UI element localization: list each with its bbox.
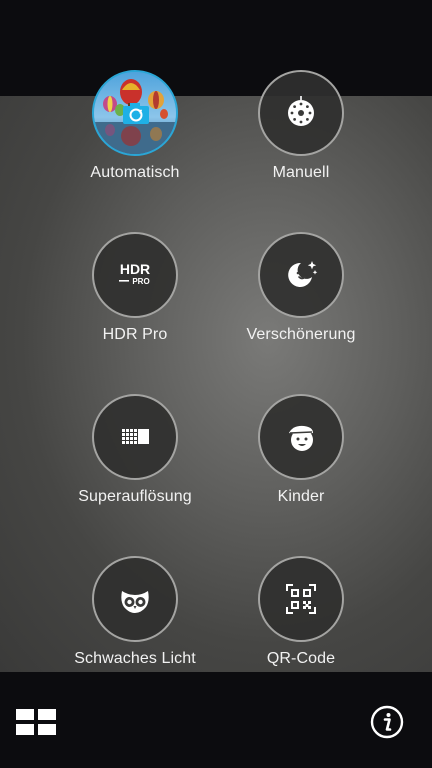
owl-icon bbox=[92, 556, 178, 642]
info-icon[interactable] bbox=[370, 705, 404, 739]
mode-superaufloesung[interactable]: Superauflösung bbox=[52, 394, 218, 534]
mode-verschoenerung[interactable]: Verschönerung bbox=[218, 232, 384, 372]
mode-hdr-pro[interactable]: HDR PRO HDR Pro bbox=[52, 232, 218, 372]
qr-code-icon bbox=[258, 556, 344, 642]
manual-dial-icon bbox=[258, 70, 344, 156]
mode-label: Verschönerung bbox=[246, 326, 356, 343]
mode-label: Manuell bbox=[272, 164, 330, 181]
hdr-icon-bottom-text: PRO bbox=[132, 277, 149, 286]
mode-label: QR-Code bbox=[266, 650, 336, 667]
mode-automatisch[interactable]: Automatisch bbox=[52, 70, 218, 210]
kids-face-icon bbox=[258, 394, 344, 480]
super-resolution-icon bbox=[92, 394, 178, 480]
mode-qr-code[interactable]: QR-Code bbox=[218, 556, 384, 696]
grid-icon[interactable] bbox=[15, 708, 57, 736]
beautify-icon bbox=[258, 232, 344, 318]
camera-mode-grid: Automatisch Manuell HDR PRO HDR Pro Vers… bbox=[0, 0, 432, 672]
auto-camera-icon bbox=[92, 70, 178, 156]
hdr-pro-icon: HDR PRO bbox=[92, 232, 178, 318]
mode-kinder[interactable]: Kinder bbox=[218, 394, 384, 534]
mode-label: Kinder bbox=[277, 488, 325, 505]
mode-schwaches-licht[interactable]: Schwaches Licht bbox=[52, 556, 218, 696]
hdr-icon-top-text: HDR bbox=[120, 261, 150, 277]
mode-manuell[interactable]: Manuell bbox=[218, 70, 384, 210]
